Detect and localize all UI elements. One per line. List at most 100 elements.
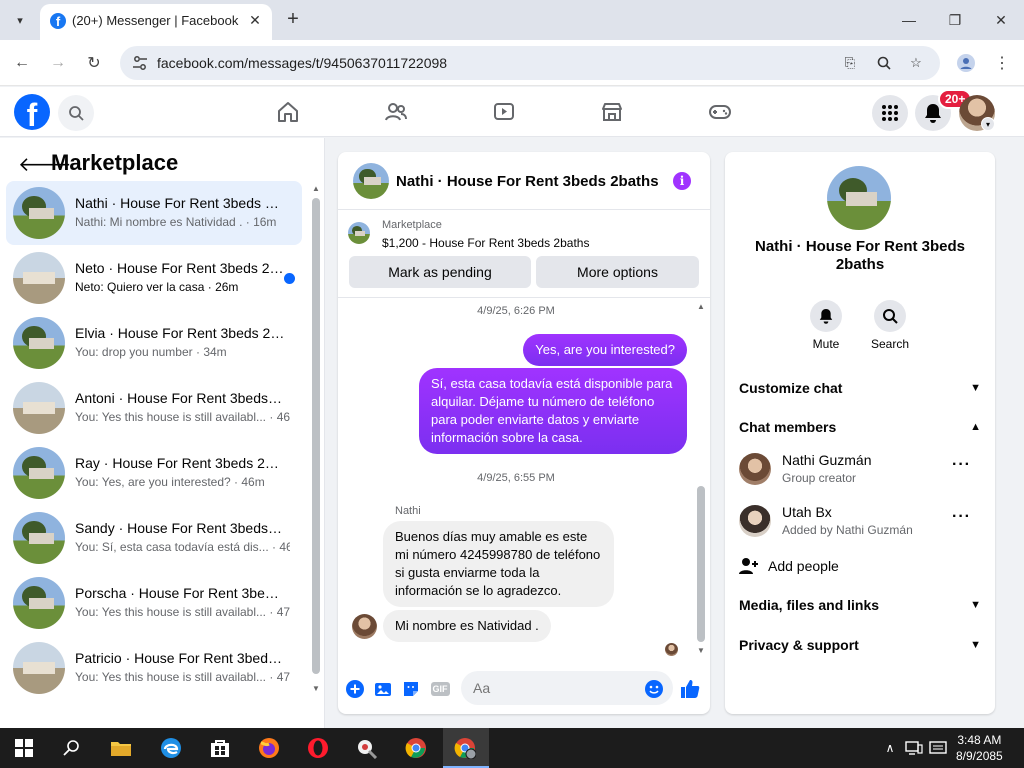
chat-members-row[interactable]: Chat members ▲ xyxy=(739,419,981,441)
conversation-item[interactable]: Antoni · House For Rent 3beds 2baths You… xyxy=(6,376,302,440)
bookmark-star-icon[interactable]: ☆ xyxy=(906,54,926,72)
incoming-message[interactable]: Mi nombre es Natividad . xyxy=(383,610,551,642)
install-app-icon[interactable]: ⎘ xyxy=(840,54,860,72)
input-keyboard-icon[interactable] xyxy=(926,736,950,760)
firefox-icon[interactable] xyxy=(257,736,281,760)
app-icon[interactable] xyxy=(355,736,379,760)
scroll-up-arrow-icon[interactable]: ▲ xyxy=(697,302,705,311)
facebook-logo-icon[interactable]: f xyxy=(14,94,50,130)
conversation-item[interactable]: Ray · House For Rent 3beds 2baths You: Y… xyxy=(6,441,302,505)
message-timestamp: 4/9/25, 6:55 PM xyxy=(477,472,555,484)
chat-title[interactable]: Nathi · House For Rent 3beds 2baths xyxy=(396,173,659,190)
forward-button[interactable]: → xyxy=(46,51,70,75)
conversation-preview: You: Yes, are you interested? · 46m xyxy=(75,475,265,489)
scroll-up-arrow-icon[interactable]: ▲ xyxy=(312,184,320,193)
sender-avatar[interactable] xyxy=(352,614,377,639)
network-icon[interactable] xyxy=(902,736,926,760)
video-icon[interactable] xyxy=(487,96,521,128)
gif-icon[interactable]: GIF xyxy=(429,679,451,699)
restore-button[interactable]: ❐ xyxy=(940,6,970,34)
gaming-icon[interactable] xyxy=(703,96,737,128)
details-title: Nathi · House For Rent 3beds 2baths xyxy=(754,238,966,273)
marketplace-icon[interactable] xyxy=(595,96,629,128)
chat-listing-thumbnail[interactable] xyxy=(353,163,389,199)
show-hidden-icons-icon[interactable]: ∧ xyxy=(878,736,902,760)
member-avatar[interactable] xyxy=(739,453,771,485)
conversation-item[interactable]: Neto · House For Rent 3beds 2baths Neto:… xyxy=(6,246,302,310)
listing-thumbnail[interactable] xyxy=(348,222,370,244)
search-icon xyxy=(874,300,906,332)
chrome-profile-icon[interactable] xyxy=(453,736,477,760)
thumbs-up-icon[interactable] xyxy=(680,679,700,699)
windows-start-icon[interactable] xyxy=(12,736,36,760)
sticker-icon[interactable] xyxy=(401,679,421,699)
chevron-down-icon: ▼ xyxy=(970,639,981,651)
conversation-item[interactable]: Porscha · House For Rent 3beds 2baths Yo… xyxy=(6,571,302,635)
member-avatar[interactable] xyxy=(739,505,771,537)
minimize-button[interactable]: — xyxy=(894,6,924,34)
chat-thumbnail[interactable] xyxy=(827,166,891,230)
photo-icon[interactable] xyxy=(373,679,393,699)
search-button[interactable]: Search xyxy=(865,300,915,351)
mute-button[interactable]: Mute xyxy=(801,300,851,351)
member-name: Utah Bx xyxy=(782,504,832,520)
search-icon[interactable] xyxy=(58,95,94,131)
url-text: facebook.com/messages/t/9450637011722098 xyxy=(157,55,448,71)
message-input[interactable] xyxy=(461,671,673,705)
conversations-scrollbar[interactable] xyxy=(312,198,320,674)
mark-as-pending-button[interactable]: Mark as pending xyxy=(349,256,531,288)
home-icon[interactable] xyxy=(271,96,305,128)
chat-member[interactable]: Nathi Guzmán Group creator ··· xyxy=(739,450,981,490)
customize-chat-row[interactable]: Customize chat ▼ xyxy=(739,380,981,402)
listing-thumbnail xyxy=(13,512,65,564)
privacy-support-row[interactable]: Privacy & support ▼ xyxy=(739,637,981,659)
conversation-item[interactable]: Sandy · House For Rent 3beds 2baths You:… xyxy=(6,506,302,570)
close-window-button[interactable]: ✕ xyxy=(986,6,1016,34)
conversation-item[interactable]: Nathi · House For Rent 3beds 2baths Nath… xyxy=(6,181,302,245)
file-explorer-icon[interactable] xyxy=(109,736,133,760)
system-clock[interactable]: 3:48 AM 8/9/2085 xyxy=(956,732,1003,764)
edge-icon[interactable] xyxy=(159,736,183,760)
chevron-down-icon[interactable]: ▾ xyxy=(981,117,995,131)
chrome-menu-icon[interactable]: ⋮ xyxy=(990,51,1014,75)
customize-chat-label: Customize chat xyxy=(739,380,843,396)
site-settings-icon[interactable] xyxy=(132,55,148,71)
tab-search-button[interactable]: ▾ xyxy=(8,8,32,32)
conversation-item[interactable]: Patricio · House For Rent 3beds 2baths Y… xyxy=(6,636,302,700)
scroll-down-arrow-icon[interactable]: ▼ xyxy=(697,646,705,655)
more-options-button[interactable]: More options xyxy=(536,256,699,288)
add-people-row[interactable]: Add people xyxy=(739,557,981,579)
media-files-links-row[interactable]: Media, files and links ▼ xyxy=(739,597,981,619)
more-options-icon[interactable]: ··· xyxy=(952,456,971,474)
chrome-icon[interactable] xyxy=(404,736,428,760)
chat-window: Nathi · House For Rent 3beds 2baths i Ma… xyxy=(338,152,710,714)
outgoing-message[interactable]: Yes, are you interested? xyxy=(523,334,687,366)
conversation-name: Patricio · House For Rent 3beds 2baths xyxy=(75,650,285,666)
outgoing-message[interactable]: Sí, esta casa todavía está disponible pa… xyxy=(419,368,687,454)
message-timestamp: 4/9/25, 6:26 PM xyxy=(477,305,555,317)
new-tab-button[interactable]: + xyxy=(282,8,304,30)
emoji-icon[interactable] xyxy=(645,680,663,698)
listing-price[interactable]: $1,200 - House For Rent 3beds 2baths xyxy=(382,236,589,250)
menu-grid-icon[interactable] xyxy=(872,95,908,131)
zoom-icon[interactable] xyxy=(874,54,894,72)
back-button[interactable]: ← xyxy=(10,51,34,75)
plus-circle-icon[interactable] xyxy=(345,679,365,699)
conversation-item[interactable]: Elvia · House For Rent 3beds 2baths You:… xyxy=(6,311,302,375)
scroll-down-arrow-icon[interactable]: ▼ xyxy=(312,684,320,693)
incoming-message[interactable]: Buenos días muy amable es este mi número… xyxy=(383,521,614,607)
search-icon[interactable] xyxy=(60,736,84,760)
browser-tab-bar: ▾ f (20+) Messenger | Facebook ✕ + — ❐ ✕ xyxy=(0,0,1024,40)
chat-member[interactable]: Utah Bx Added by Nathi Guzmán ··· xyxy=(739,502,981,542)
url-omnibox[interactable]: facebook.com/messages/t/9450637011722098… xyxy=(120,46,940,80)
store-icon[interactable] xyxy=(208,736,232,760)
messages-scrollbar[interactable] xyxy=(697,486,705,642)
tab-close-icon[interactable]: ✕ xyxy=(246,11,264,29)
more-options-icon[interactable]: ··· xyxy=(952,508,971,526)
info-icon[interactable]: i xyxy=(673,172,691,190)
browser-tab[interactable]: f (20+) Messenger | Facebook ✕ xyxy=(40,4,272,40)
opera-icon[interactable] xyxy=(306,736,330,760)
reload-button[interactable]: ↻ xyxy=(82,51,106,75)
profile-icon[interactable] xyxy=(954,51,978,75)
friends-icon[interactable] xyxy=(379,96,413,128)
